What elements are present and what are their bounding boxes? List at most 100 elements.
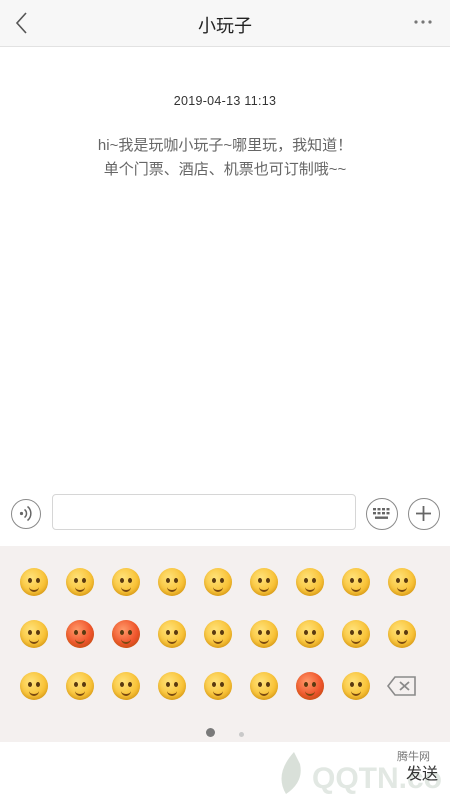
sleepy-emoji-icon[interactable] <box>388 568 416 596</box>
emoji-mouth <box>167 689 177 696</box>
emoji-eye <box>396 578 400 583</box>
message-timestamp: 2019-04-13 11:13 <box>173 94 277 108</box>
keyboard-button[interactable] <box>366 498 398 530</box>
smirk-emoji-icon[interactable] <box>342 672 370 700</box>
emoji-mouth <box>167 585 177 592</box>
emoji-eye <box>304 578 308 583</box>
voice-button[interactable] <box>11 499 41 529</box>
emoji-eye <box>358 578 362 583</box>
emoji-eye <box>212 682 216 687</box>
welcome-message: hi~我是玩咖小玩子~哪里玩，我知道！ 单个门票、酒店、机票也可订制哦~~ <box>40 134 410 182</box>
emoji-mouth <box>305 689 315 696</box>
emoji-eye <box>174 682 178 687</box>
emoji-panel <box>0 546 450 742</box>
emoji-mouth <box>259 689 269 696</box>
emoji-eye <box>74 682 78 687</box>
sad-emoji-icon[interactable] <box>296 620 324 648</box>
chat-input-bar <box>0 486 450 544</box>
cool-emoji-icon[interactable] <box>204 568 232 596</box>
emoji-eye <box>128 682 132 687</box>
emoji-eye <box>404 630 408 635</box>
emoji-eye <box>396 630 400 635</box>
emoji-mouth <box>213 689 223 696</box>
emoji-eye <box>120 682 124 687</box>
emoji-eye <box>266 578 270 583</box>
emoji-eye <box>166 682 170 687</box>
emoji-eye <box>128 578 132 583</box>
plus-icon <box>416 506 431 521</box>
emoji-eye <box>28 630 32 635</box>
surprised-emoji-icon[interactable] <box>250 620 278 648</box>
shock-emoji-icon[interactable] <box>342 620 370 648</box>
blank-emoji-icon[interactable] <box>250 672 278 700</box>
emoji-eye <box>120 578 124 583</box>
emoji-mouth <box>29 585 39 592</box>
emoji-eye <box>304 630 308 635</box>
more-button[interactable] <box>408 10 438 34</box>
emoji-mouth <box>75 689 85 696</box>
page-dot-active[interactable] <box>205 728 215 737</box>
emoji-eye <box>312 630 316 635</box>
emoji-mouth <box>351 637 361 644</box>
emoji-eye <box>266 630 270 635</box>
emoji-eye <box>258 682 262 687</box>
heart-eyes-emoji-icon[interactable] <box>112 568 140 596</box>
emoji-mouth <box>305 637 315 644</box>
furious-emoji-icon[interactable] <box>112 620 140 648</box>
emoji-eye <box>128 630 132 635</box>
emoji-eye <box>220 578 224 583</box>
emoji-eye <box>36 682 40 687</box>
emoji-mouth <box>29 689 39 696</box>
emoji-eye <box>312 578 316 583</box>
delete-key-button[interactable] <box>386 674 418 698</box>
happy-emoji-icon[interactable] <box>112 672 140 700</box>
angry-small-emoji-icon[interactable] <box>158 568 186 596</box>
emoji-mouth <box>29 637 39 644</box>
emoji-eye <box>174 578 178 583</box>
emoji-mouth <box>213 637 223 644</box>
confused-emoji-icon[interactable] <box>20 672 48 700</box>
laugh-tears-emoji-icon[interactable] <box>20 620 48 648</box>
emoji-eye <box>350 682 354 687</box>
emoji-eye <box>28 578 32 583</box>
emoji-eye <box>74 630 78 635</box>
cry-big-emoji-icon[interactable] <box>388 620 416 648</box>
smile-emoji-icon[interactable] <box>20 568 48 596</box>
emoji-eye <box>358 630 362 635</box>
red-angry-emoji-icon[interactable] <box>66 620 94 648</box>
welcome-line-1: hi~我是玩咖小玩子~哪里玩，我知道！ <box>97 137 353 154</box>
emoji-eye <box>74 578 78 583</box>
giggle-emoji-icon[interactable] <box>66 672 94 700</box>
emoji-mouth <box>351 689 361 696</box>
emoji-mouth <box>121 637 131 644</box>
emoji-mouth <box>75 637 85 644</box>
emoji-eye <box>174 630 178 635</box>
emoji-mouth <box>121 689 131 696</box>
send-button[interactable]: 发送 <box>406 760 438 784</box>
rage-emoji-icon[interactable] <box>296 672 324 700</box>
message-input[interactable] <box>52 494 356 530</box>
emoji-mouth <box>167 637 177 644</box>
pout-emoji-icon[interactable] <box>158 672 186 700</box>
shy-emoji-icon[interactable] <box>66 568 94 596</box>
wink-tongue-emoji-icon[interactable] <box>158 620 186 648</box>
emoji-mouth <box>213 585 223 592</box>
emoji-eye <box>258 630 262 635</box>
plus-button[interactable] <box>408 498 440 530</box>
cry-loud-emoji-icon[interactable] <box>250 568 278 596</box>
frown-emoji-icon[interactable] <box>204 672 232 700</box>
keyboard-icon <box>373 508 390 519</box>
dizzy-emoji-icon[interactable] <box>296 568 324 596</box>
emoji-eye <box>266 682 270 687</box>
voice-icon <box>19 505 32 522</box>
grin-emoji-icon[interactable] <box>204 620 232 648</box>
page-title: 小玩子 <box>198 16 252 36</box>
hush-emoji-icon[interactable] <box>342 568 370 596</box>
emoji-eye <box>166 578 170 583</box>
emoji-eye <box>82 630 86 635</box>
emoji-mouth <box>121 585 131 592</box>
emoji-eye <box>258 578 262 583</box>
emoji-eye <box>220 630 224 635</box>
emoji-mouth <box>351 585 361 592</box>
emoji-eye <box>358 682 362 687</box>
